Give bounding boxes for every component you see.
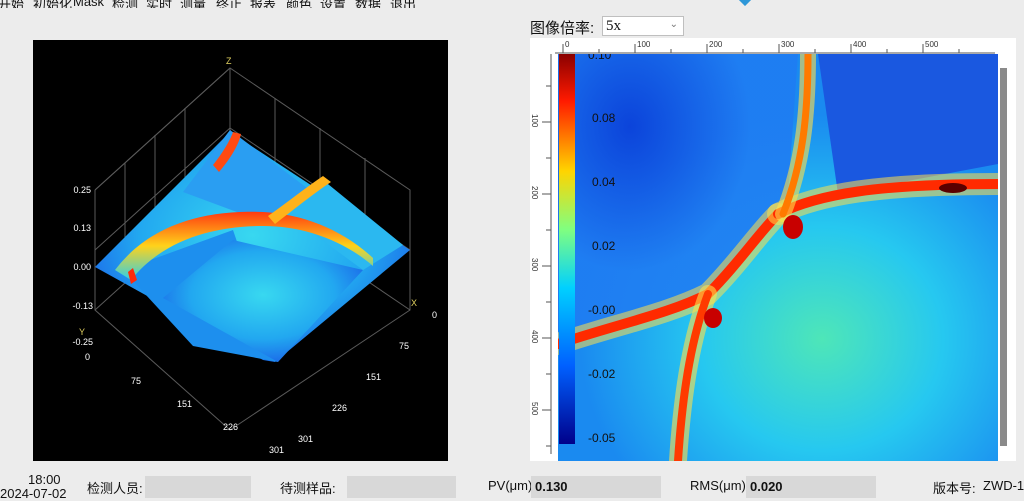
colorbar-label: 0.02	[592, 239, 616, 253]
z-tick: 0.13	[73, 223, 91, 233]
surface-3d-view[interactable]: Z X Y 0.25 0.13 0.00 -0.13 -0.25 0 75 15…	[33, 40, 448, 461]
y-tick: 226	[223, 422, 238, 432]
surface-3d-plot: Z X Y 0.25 0.13 0.00 -0.13 -0.25 0 75 15…	[72, 56, 437, 455]
heatmap-image: 0.10 0.08 0.04 0.02 -0.00 -0.02 -0.05	[558, 54, 998, 461]
version-value: ZWD-1	[983, 478, 1024, 493]
zoom-label: 图像倍率:	[530, 20, 595, 37]
status-bar: 18:00 2024-07-02 检测人员: 待测样品: PV(μm): 0.1…	[0, 464, 1024, 501]
axis-label-z: Z	[226, 56, 232, 66]
y-tick: 0	[85, 352, 90, 362]
zoom-select[interactable]: 5x ⌄	[602, 16, 684, 36]
x-tick: 75	[399, 341, 409, 351]
y-tick: 151	[177, 399, 192, 409]
x-tick: 301	[298, 434, 313, 444]
x-tick: 151	[366, 372, 381, 382]
ruler-x-label: 0	[565, 40, 570, 49]
menu-item-init[interactable]: 初始化	[33, 0, 72, 8]
menu-item-settings[interactable]: 设置	[320, 0, 346, 8]
menu-item-mask[interactable]: Mask	[73, 0, 104, 8]
menu-item-realtime[interactable]: 实时	[146, 0, 172, 8]
status-date: 2024-07-02	[0, 486, 67, 501]
ruler-y-label: 200	[530, 186, 539, 200]
ruler-left: 100 200 300 400 500	[530, 54, 552, 454]
pv-label: PV(μm):	[488, 478, 536, 493]
menu-item-stop[interactable]: 终止	[216, 0, 242, 8]
z-tick: 0.25	[73, 185, 91, 195]
z-tick: -0.25	[72, 337, 93, 347]
rms-label: RMS(μm):	[690, 478, 750, 493]
ruler-y-label: 500	[530, 402, 539, 416]
sample-field[interactable]	[347, 476, 456, 498]
y-tick: 75	[131, 376, 141, 386]
rms-field: 0.020	[746, 476, 876, 498]
sample-label: 待测样品:	[280, 481, 336, 496]
colorbar-label: -0.00	[588, 303, 616, 317]
menu-item-start[interactable]: 开始	[0, 0, 24, 8]
colorbar-label: 0.04	[592, 175, 616, 189]
heatmap-view[interactable]: 0 100 200 300 400 500 100 200 300 400 50…	[530, 38, 1016, 461]
ruler-y-label: 300	[530, 258, 539, 272]
ruler-x-label: 400	[853, 40, 867, 49]
y-tick: 301	[269, 445, 284, 455]
heatmap-scrollbar[interactable]	[1000, 68, 1007, 446]
inspector-field[interactable]	[145, 476, 251, 498]
menu-bar: 开始 初始化 Mask 检测 实时 测量 终止 报表 颜色 设置 数据 退出	[0, 0, 1024, 8]
menu-item-report[interactable]: 报表	[250, 0, 276, 8]
ruler-x-label: 100	[637, 40, 651, 49]
x-tick: 226	[332, 403, 347, 413]
menu-item-measure[interactable]: 测量	[180, 0, 206, 8]
menu-item-data[interactable]: 数据	[355, 0, 381, 8]
z-tick: -0.13	[72, 301, 93, 311]
colorbar-label: 0.10	[588, 54, 612, 62]
x-tick: 0	[432, 310, 437, 320]
colorbar-label: 0.08	[592, 111, 616, 125]
axis-label-x: X	[411, 298, 417, 308]
zoom-value: 5x	[606, 18, 621, 34]
ruler-y-label: 100	[530, 114, 539, 128]
rms-value: 0.020	[750, 479, 783, 494]
pv-field: 0.130	[531, 476, 661, 498]
axis-label-y: Y	[79, 327, 85, 337]
collapse-chevron-icon[interactable]	[736, 0, 756, 6]
menu-item-exit[interactable]: 退出	[390, 0, 416, 8]
menu-item-detect[interactable]: 检测	[112, 0, 138, 8]
colorbar	[559, 54, 575, 444]
surface-mesh	[95, 130, 410, 362]
ruler-top: 0 100 200 300 400 500	[555, 40, 995, 54]
ruler-x-label: 200	[709, 40, 723, 49]
version-label: 版本号:	[933, 481, 976, 496]
menu-item-color[interactable]: 颜色	[286, 0, 312, 8]
status-time: 18:00	[28, 472, 61, 487]
pv-value: 0.130	[535, 479, 568, 494]
ruler-x-label: 500	[925, 40, 939, 49]
z-tick: 0.00	[73, 262, 91, 272]
colorbar-label: -0.02	[588, 367, 616, 381]
chevron-down-icon: ⌄	[669, 19, 678, 30]
ruler-x-label: 300	[781, 40, 795, 49]
colorbar-label: -0.05	[588, 431, 616, 445]
ruler-y-label: 400	[530, 330, 539, 344]
inspector-label: 检测人员:	[87, 481, 143, 496]
